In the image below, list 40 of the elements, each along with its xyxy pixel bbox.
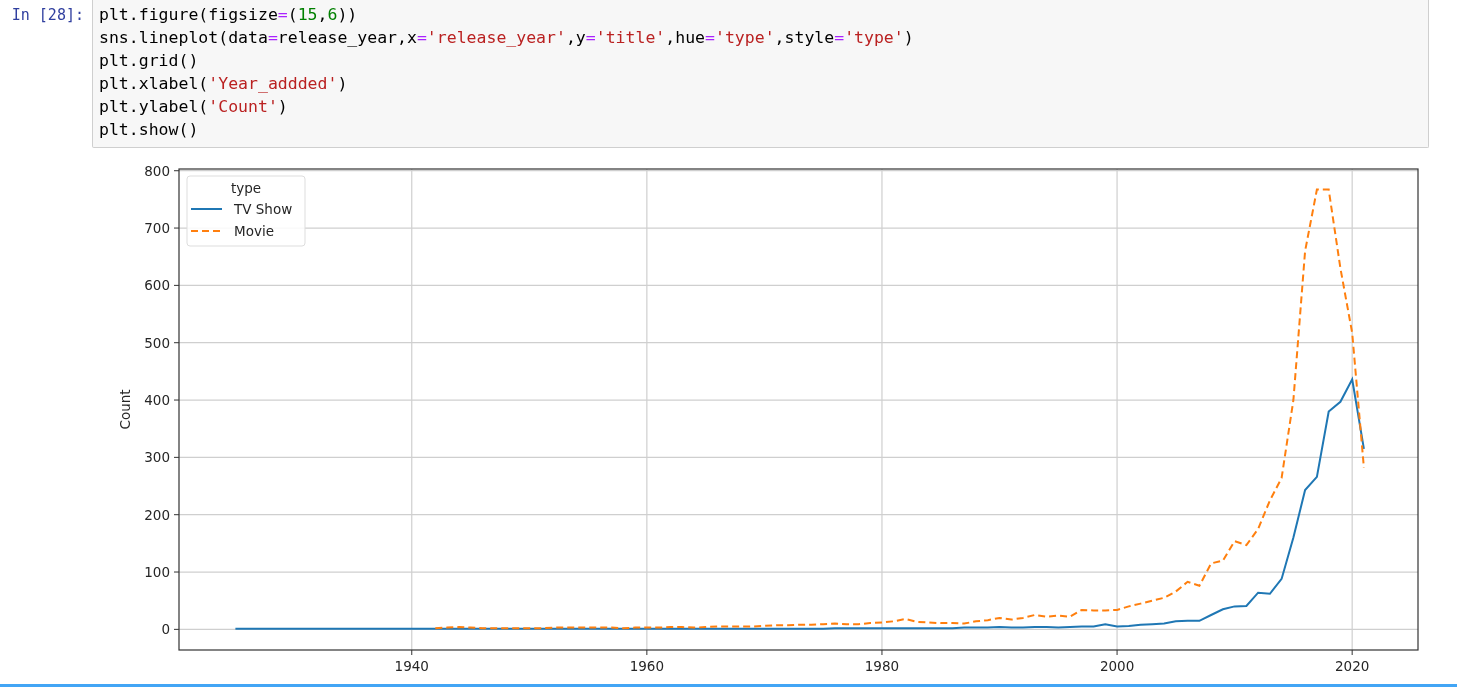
code-line: plt.figure(figsize=(15,6)): [99, 4, 359, 26]
code-line: plt.xlabel('Year_addded'): [99, 73, 349, 95]
tick-mark: [173, 571, 180, 573]
x-tick-label: 1960: [629, 658, 665, 674]
x-tick-label: 2000: [1099, 658, 1135, 674]
y-tick-label: 200: [144, 506, 170, 523]
tick-mark: [173, 514, 180, 516]
tick-mark: [881, 649, 883, 656]
tick-mark: [173, 284, 180, 286]
tick-mark: [173, 628, 180, 630]
tick-mark: [173, 227, 180, 229]
tick-mark: [173, 170, 180, 172]
x-tick-label: 1940: [394, 658, 429, 674]
legend-title: type: [230, 180, 262, 196]
tick-mark: [646, 649, 648, 656]
code-line: plt.show(): [99, 119, 200, 141]
tick-mark: [173, 456, 180, 458]
tick-mark: [1116, 649, 1118, 656]
code-line: sns.lineplot(data=release_year,x='release_year',y='title',hue='type',style='type'): [99, 27, 915, 49]
y-tick-label: 100: [144, 564, 170, 581]
prompt-label: In [28]:: [10, 5, 85, 24]
y-tick-label: 700: [144, 220, 170, 237]
y-tick-label: 800: [144, 162, 170, 179]
y-tick-label: 600: [144, 277, 170, 294]
y-tick-label: 300: [144, 449, 170, 466]
legend-label: TV Show: [234, 201, 293, 217]
code-line: plt.grid(): [99, 50, 200, 72]
x-tick-label: 2020: [1335, 658, 1370, 674]
legend-label: Movie: [234, 223, 274, 239]
tick-mark: [1351, 649, 1353, 656]
tick-mark: [411, 649, 413, 656]
y-tick-label: 500: [144, 334, 170, 351]
y-tick-label: 400: [144, 392, 170, 409]
code-editor[interactable]: plt.figure(figsize=(15,6)) sns.lineplot(data=release_year,x='release_year',y='title',hue='type',style='type') plt.grid() plt.xlabel('Year_addded') plt.ylabel('Count') plt.show(): [92, 0, 1429, 148]
code-line: plt.ylabel('Count'): [99, 96, 289, 118]
y-tick-label: 0: [161, 621, 170, 638]
tick-mark: [173, 342, 180, 344]
y-axis-label: Count: [117, 389, 133, 430]
tick-mark: [173, 399, 180, 401]
x-tick-label: 1980: [864, 658, 900, 674]
